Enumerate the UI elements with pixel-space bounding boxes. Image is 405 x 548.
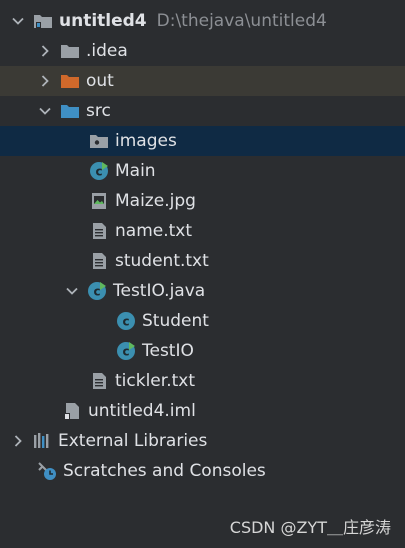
tree-label: Student	[142, 311, 209, 331]
tree-label: Maize.jpg	[115, 191, 196, 211]
tree-row-out[interactable]: out	[0, 66, 405, 96]
tree-label: untitled4.iml	[88, 401, 196, 421]
java-class-runnable-icon: c	[87, 281, 107, 301]
tree-label: Scratches and Consoles	[63, 461, 266, 481]
tree-row-external-libraries[interactable]: External Libraries	[0, 426, 405, 456]
tree-label: tickler.txt	[115, 371, 195, 391]
tree-label: Main	[115, 161, 156, 181]
tree-row-name-txt[interactable]: name.txt	[0, 216, 405, 246]
tree-label: .idea	[86, 41, 128, 61]
chevron-right-icon[interactable]	[35, 41, 55, 61]
module-file-icon	[62, 401, 82, 421]
library-icon	[32, 431, 52, 451]
project-tree: untitled4 D:\thejava\untitled4 .idea out	[0, 6, 405, 486]
tree-row-main[interactable]: c Main	[0, 156, 405, 186]
svg-text:c: c	[95, 165, 102, 179]
java-class-runnable-icon: c	[89, 161, 109, 181]
project-folder-icon	[33, 11, 53, 31]
tree-row-scratches[interactable]: Scratches and Consoles	[0, 456, 405, 486]
tree-row-tickler[interactable]: tickler.txt	[0, 366, 405, 396]
text-file-icon	[89, 251, 109, 271]
tree-label: TestIO	[142, 341, 194, 361]
tree-label: External Libraries	[58, 431, 208, 451]
excluded-folder-icon	[60, 71, 80, 91]
tree-row-student-txt[interactable]: student.txt	[0, 246, 405, 276]
tree-label: images	[115, 131, 177, 151]
chevron-down-icon[interactable]	[35, 101, 55, 121]
chevron-down-icon[interactable]	[62, 281, 82, 301]
chevron-right-icon[interactable]	[35, 71, 55, 91]
text-file-icon	[89, 221, 109, 241]
watermark-text: CSDN @ZYT＿庄彦涛	[229, 518, 391, 537]
tree-row-src[interactable]: src	[0, 96, 405, 126]
tree-label: out	[86, 71, 114, 91]
tree-label: student.txt	[115, 251, 209, 271]
folder-icon	[60, 41, 80, 61]
tree-row-testio-class[interactable]: c TestIO	[0, 336, 405, 366]
text-file-icon	[89, 371, 109, 391]
tree-label: TestIO.java	[113, 281, 206, 301]
image-file-icon	[89, 191, 109, 211]
java-class-icon: c	[116, 311, 136, 331]
project-name: untitled4	[59, 11, 147, 31]
svg-text:c: c	[122, 345, 129, 359]
tree-row-student-class[interactable]: c Student	[0, 306, 405, 336]
tree-row-idea[interactable]: .idea	[0, 36, 405, 66]
tree-label: name.txt	[115, 221, 193, 241]
scratches-icon	[37, 461, 57, 481]
svg-text:c: c	[93, 285, 100, 299]
chevron-right-icon[interactable]	[8, 431, 28, 451]
tree-row-iml[interactable]: untitled4.iml	[0, 396, 405, 426]
chevron-down-icon[interactable]	[8, 11, 28, 31]
tree-row-maize[interactable]: Maize.jpg	[0, 186, 405, 216]
svg-text:c: c	[122, 315, 129, 329]
java-class-runnable-icon: c	[116, 341, 136, 361]
tree-row-project[interactable]: untitled4 D:\thejava\untitled4	[0, 6, 405, 36]
tree-row-testio-java[interactable]: c TestIO.java	[0, 276, 405, 306]
project-path: D:\thejava\untitled4	[156, 11, 327, 31]
package-folder-icon	[89, 131, 109, 151]
tree-row-images[interactable]: images	[0, 126, 405, 156]
tree-label: src	[86, 101, 111, 121]
source-folder-icon	[60, 101, 80, 121]
